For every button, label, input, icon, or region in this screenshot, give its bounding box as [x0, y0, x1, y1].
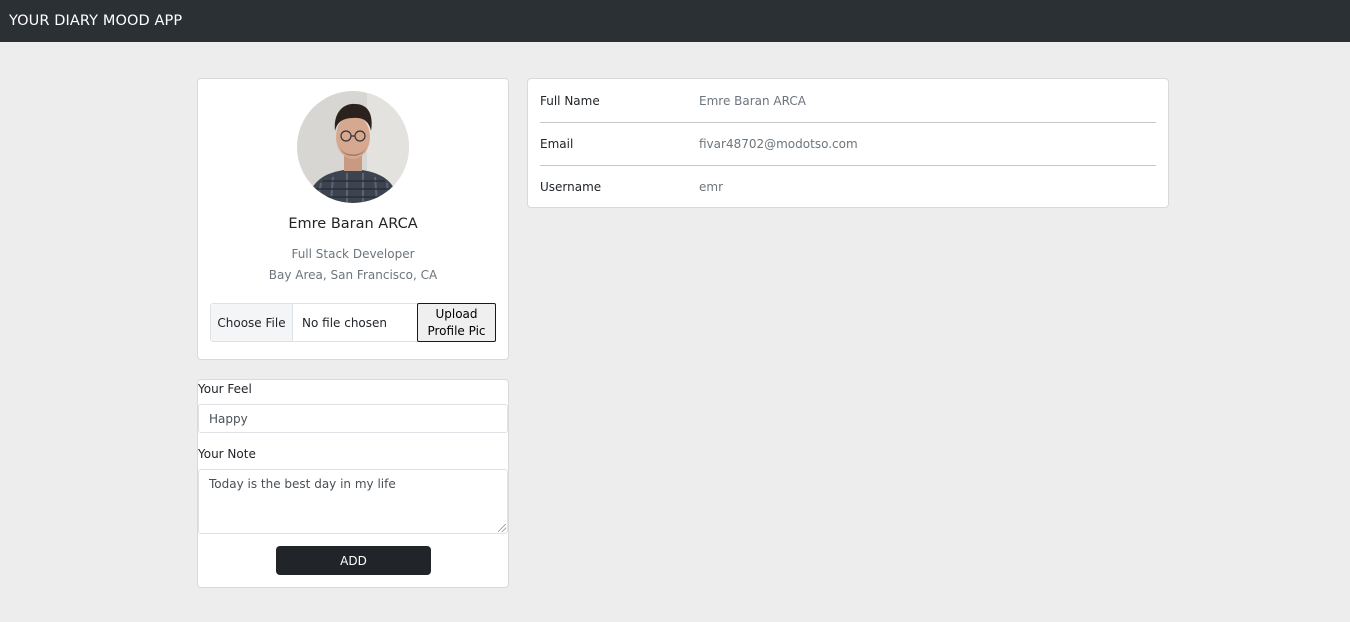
detail-label: Username — [540, 180, 602, 194]
detail-row-full-name: Full Name Emre Baran ARCA — [540, 79, 1156, 122]
note-text: Today is the best day in my life — [209, 477, 396, 491]
profile-name: Emre Baran ARCA — [288, 216, 418, 232]
note-textarea[interactable]: Today is the best day in my life — [198, 469, 508, 534]
profile-card: Emre Baran ARCA Full Stack Developer Bay… — [197, 78, 509, 360]
avatar-photo-icon — [297, 91, 409, 203]
user-details-card: Full Name Emre Baran ARCA Email fivar487… — [527, 78, 1169, 208]
note-label: Your Note — [198, 447, 256, 461]
detail-label: Full Name — [540, 93, 600, 108]
upload-button-label: Upload Profile Pic — [427, 306, 486, 338]
resize-handle-icon[interactable] — [498, 524, 506, 532]
file-status: No file chosen — [302, 315, 388, 330]
detail-value: fivar48702@modotso.com — [699, 137, 858, 151]
profile-location: Bay Area, San Francisco, CA — [268, 268, 438, 282]
detail-row-email: Email fivar48702@modotso.com — [540, 122, 1156, 165]
detail-row-username: Username emr — [540, 165, 1156, 208]
detail-label: Email — [540, 137, 574, 151]
feel-label: Your Feel — [198, 382, 252, 396]
detail-value: emr — [699, 180, 724, 194]
top-navbar: YOUR DIARY MOOD APP — [0, 0, 1350, 42]
detail-value: Emre Baran ARCA — [699, 93, 806, 108]
app-brand[interactable]: YOUR DIARY MOOD APP — [9, 13, 182, 29]
add-button[interactable]: ADD — [276, 546, 431, 575]
upload-profile-pic-button[interactable]: Upload Profile Pic — [417, 303, 496, 342]
mood-form-card: Your Feel Happy Your Note Today is the b… — [197, 379, 509, 588]
profile-title: Full Stack Developer — [291, 247, 415, 261]
avatar — [297, 91, 409, 203]
feel-input[interactable]: Happy — [198, 404, 508, 433]
choose-file-button[interactable]: Choose File — [211, 304, 293, 341]
